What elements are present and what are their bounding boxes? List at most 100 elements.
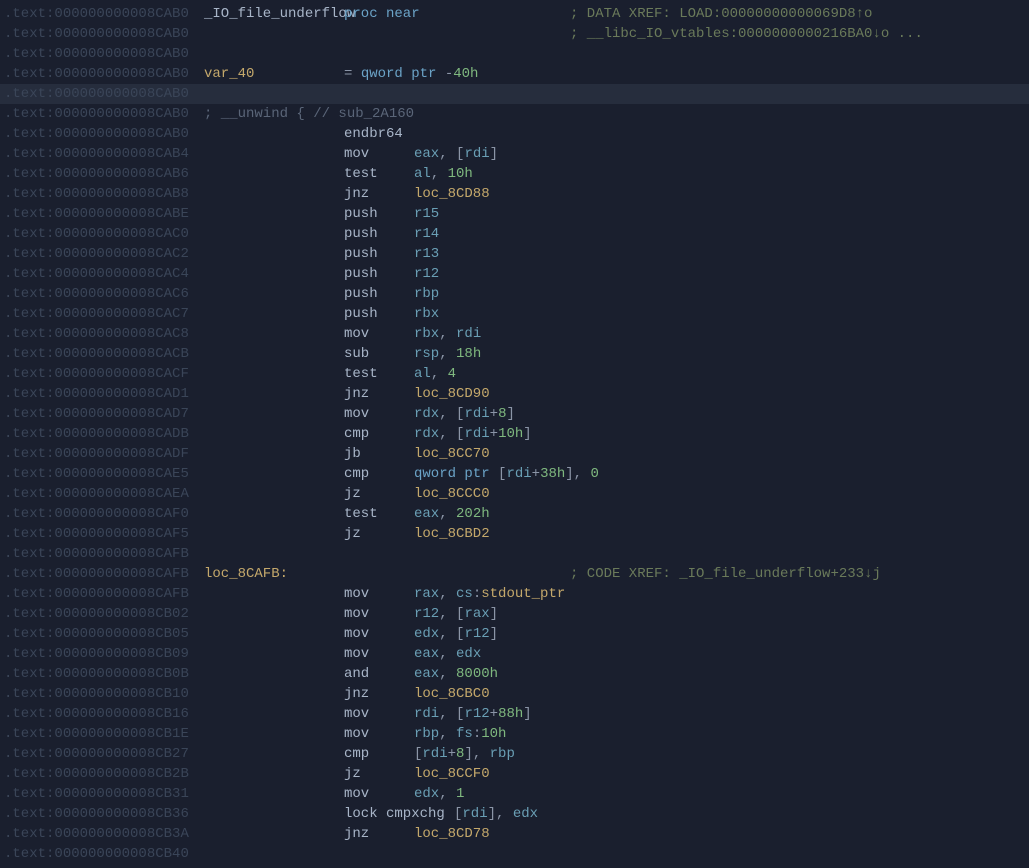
- asm-line[interactable]: .text:000000000008CAB0 endbr64: [0, 124, 1029, 144]
- operand-token: rax: [414, 586, 439, 602]
- asm-line[interactable]: .text:000000000008CAF0 testeax, 202h: [0, 504, 1029, 524]
- address: 000000000008CAFB: [54, 566, 188, 582]
- address: 000000000008CAB0: [54, 106, 188, 122]
- asm-line[interactable]: .text:000000000008CAB0 _IO_file_underflo…: [0, 4, 1029, 24]
- asm-line[interactable]: .text:000000000008CB02 movr12, [rax]: [0, 604, 1029, 624]
- asm-line[interactable]: .text:000000000008CAB0: [0, 44, 1029, 64]
- operands: loc_8CD88: [414, 184, 490, 204]
- address-prefix: .text:000000000008CB09: [4, 644, 204, 664]
- operand-token: ],: [488, 806, 513, 822]
- asm-line[interactable]: .text:000000000008CB31 movedx, 1: [0, 784, 1029, 804]
- segment: .text:: [4, 126, 54, 142]
- symbol-ref[interactable]: loc_8CCC0: [414, 486, 490, 502]
- asm-line[interactable]: .text:000000000008CAC0 pushr14: [0, 224, 1029, 244]
- address: 000000000008CAB0: [54, 126, 188, 142]
- operands: rdx, [rdi+8]: [414, 404, 515, 424]
- mnemonic-column: and: [344, 664, 414, 684]
- asm-line[interactable]: .text:000000000008CAB8 jnzloc_8CD88: [0, 184, 1029, 204]
- asm-line[interactable]: .text:000000000008CACB subrsp, 18h: [0, 344, 1029, 364]
- asm-line[interactable]: .text:000000000008CB2B jzloc_8CCF0: [0, 764, 1029, 784]
- mnemonic-column: test: [344, 164, 414, 184]
- asm-line[interactable]: .text:000000000008CB16 movrdi, [r12+88h]: [0, 704, 1029, 724]
- operand-token: ]: [523, 426, 531, 442]
- asm-line[interactable]: .text:000000000008CAD7 movrdx, [rdi+8]: [0, 404, 1029, 424]
- asm-line[interactable]: .text:000000000008CAB6 testal, 10h: [0, 164, 1029, 184]
- operand-token: ,: [439, 726, 456, 742]
- asm-line[interactable]: .text:000000000008CABE pushr15: [0, 204, 1029, 224]
- asm-line[interactable]: .text:000000000008CB10 jnzloc_8CBC0: [0, 684, 1029, 704]
- symbol-ref[interactable]: loc_8CC70: [414, 446, 490, 462]
- symbol-ref[interactable]: loc_8CD90: [414, 386, 490, 402]
- asm-line[interactable]: .text:000000000008CAC8 movrbx, rdi: [0, 324, 1029, 344]
- label[interactable]: loc_8CAFB:: [204, 566, 288, 582]
- symbol-ref[interactable]: loc_8CD78: [414, 826, 490, 842]
- asm-line[interactable]: .text:000000000008CAB4 moveax, [rdi]: [0, 144, 1029, 164]
- address: 000000000008CB09: [54, 646, 188, 662]
- xref-comment[interactable]: ; DATA XREF: LOAD:00000000000069D8↑o: [570, 4, 872, 24]
- address: 000000000008CAE5: [54, 466, 188, 482]
- asm-line[interactable]: .text:000000000008CAB0 ; __unwind { // s…: [0, 104, 1029, 124]
- symbol-ref[interactable]: loc_8CBC0: [414, 686, 490, 702]
- mnemonic-column: mov: [344, 584, 414, 604]
- address-prefix: .text:000000000008CAB0: [4, 84, 204, 104]
- symbol-ref[interactable]: stdout_ptr: [481, 586, 565, 602]
- mnemonic-column: cmp: [344, 424, 414, 444]
- operand-token: :: [473, 726, 481, 742]
- operand-token: cs: [456, 586, 473, 602]
- asm-line[interactable]: .text:000000000008CB09 moveax, edx: [0, 644, 1029, 664]
- asm-line[interactable]: .text:000000000008CB05 movedx, [r12]: [0, 624, 1029, 644]
- asm-line[interactable]: .text:000000000008CACF testal, 4: [0, 364, 1029, 384]
- asm-line[interactable]: .text:000000000008CADB cmprdx, [rdi+10h]: [0, 424, 1029, 444]
- address: 000000000008CB05: [54, 626, 188, 642]
- operand-token: rdi: [422, 746, 447, 762]
- segment: .text:: [4, 6, 54, 22]
- asm-line[interactable]: .text:000000000008CADF jbloc_8CC70: [0, 444, 1029, 464]
- asm-line[interactable]: .text:000000000008CB0B andeax, 8000h: [0, 664, 1029, 684]
- asm-line[interactable]: .text:000000000008CB27 cmp[rdi+8], rbp: [0, 744, 1029, 764]
- asm-line[interactable]: .text:000000000008CB1E movrbp, fs:10h: [0, 724, 1029, 744]
- label[interactable]: var_40: [204, 66, 254, 82]
- operand-token: rbp: [490, 746, 515, 762]
- xref-comment[interactable]: ; __libc_IO_vtables:0000000000216BA0↓o .…: [570, 24, 923, 44]
- label[interactable]: _IO_file_underflow: [204, 6, 355, 22]
- asm-line[interactable]: .text:000000000008CAC6 pushrbp: [0, 284, 1029, 304]
- asm-line[interactable]: .text:000000000008CAFB loc_8CAFB:; CODE …: [0, 564, 1029, 584]
- operand-token: edx: [456, 646, 481, 662]
- asm-line[interactable]: .text:000000000008CAF5 jzloc_8CBD2: [0, 524, 1029, 544]
- asm-line[interactable]: .text:000000000008CB40: [0, 844, 1029, 864]
- disassembly-listing[interactable]: .text:000000000008CAB0 _IO_file_underflo…: [0, 4, 1029, 864]
- asm-line[interactable]: .text:000000000008CAC4 pushr12: [0, 264, 1029, 284]
- asm-line[interactable]: .text:000000000008CAFB movrax, cs:stdout…: [0, 584, 1029, 604]
- asm-line[interactable]: .text:000000000008CAB0 ; __libc_IO_vtabl…: [0, 24, 1029, 44]
- mnemonic-column: push: [344, 204, 414, 224]
- xref-comment[interactable]: ; CODE XREF: _IO_file_underflow+233↓j: [570, 564, 881, 584]
- asm-line[interactable]: .text:000000000008CAE5 cmpqword ptr [rdi…: [0, 464, 1029, 484]
- mnemonic-column: lock cmpxchg: [344, 804, 454, 824]
- asm-line[interactable]: .text:000000000008CAC7 pushrbx: [0, 304, 1029, 324]
- symbol-ref[interactable]: loc_8CCF0: [414, 766, 490, 782]
- asm-line[interactable]: .text:000000000008CAFB: [0, 544, 1029, 564]
- operand-token: rsp: [414, 346, 439, 362]
- segment: .text:: [4, 26, 54, 42]
- operands: [rdi], edx: [454, 804, 538, 824]
- asm-line[interactable]: .text:000000000008CAB0: [0, 84, 1029, 104]
- operand-token: 88h: [498, 706, 523, 722]
- asm-line[interactable]: .text:000000000008CAD1 jnzloc_8CD90: [0, 384, 1029, 404]
- asm-line[interactable]: .text:000000000008CB3A jnzloc_8CD78: [0, 824, 1029, 844]
- mnemonic-column: push: [344, 224, 414, 244]
- operand-token: 10h: [498, 426, 523, 442]
- operands: edx, 1: [414, 784, 464, 804]
- segment: .text:: [4, 726, 54, 742]
- asm-line[interactable]: .text:000000000008CAB0 var_40= qword ptr…: [0, 64, 1029, 84]
- asm-line[interactable]: .text:000000000008CAEA jzloc_8CCC0: [0, 484, 1029, 504]
- symbol-ref[interactable]: loc_8CBD2: [414, 526, 490, 542]
- operand-token: ,: [439, 786, 456, 802]
- address-prefix: .text:000000000008CAEA: [4, 484, 204, 504]
- symbol-ref[interactable]: loc_8CD88: [414, 186, 490, 202]
- mnemonic: test: [344, 506, 378, 522]
- asm-line[interactable]: .text:000000000008CB36 lock cmpxchg[rdi]…: [0, 804, 1029, 824]
- asm-line[interactable]: .text:000000000008CAC2 pushr13: [0, 244, 1029, 264]
- mnemonic-column: mov: [344, 404, 414, 424]
- address: 000000000008CB3A: [54, 826, 188, 842]
- mnemonic-column: jnz: [344, 824, 414, 844]
